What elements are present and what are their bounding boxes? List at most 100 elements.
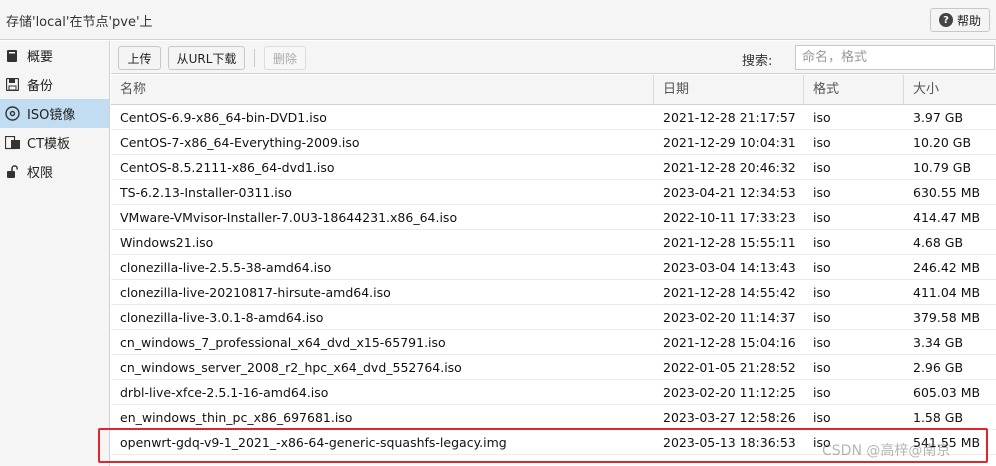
sidebar-item-iso-images[interactable]: ISO镜像 [0, 99, 109, 128]
sidebar-item-summary[interactable]: 概要 [0, 41, 109, 70]
cell-size: 10.79 GB [913, 160, 972, 175]
cell-date: 2023-03-27 12:58:26 [663, 410, 796, 425]
cell-format: iso [813, 335, 831, 350]
column-header-size[interactable]: 大小 [904, 75, 996, 105]
title-bar: 存储'local'在节点'pve'上 ? 帮助 [0, 0, 996, 40]
column-header-name[interactable]: 名称 [111, 75, 654, 105]
cell-size: 2.96 GB [913, 360, 964, 375]
cell-name: cn_windows_server_2008_r2_hpc_x64_dvd_55… [120, 360, 462, 375]
cell-date: 2021-12-28 21:17:57 [663, 110, 796, 125]
cell-name: TS-6.2.13-Installer-0311.iso [120, 185, 292, 200]
book-icon [4, 47, 21, 64]
table-body: CentOS-6.9-x86_64-bin-DVD1.iso 2021-12-28… [111, 105, 996, 455]
cell-date: 2021-12-28 14:55:42 [663, 285, 796, 300]
unlock-icon [4, 163, 21, 180]
cell-name: CentOS-6.9-x86_64-bin-DVD1.iso [120, 110, 327, 125]
cell-format: iso [813, 110, 831, 125]
table-row[interactable]: clonezilla-live-3.0.1-8-amd64.iso 2023-02… [111, 305, 996, 330]
sidebar-item-label: 备份 [27, 79, 54, 94]
table-header: 名称 日期 格式 大小 [111, 75, 996, 105]
search-input[interactable] [795, 45, 995, 70]
cell-date: 2021-12-28 20:46:32 [663, 160, 796, 175]
cell-format: iso [813, 210, 831, 225]
search-label: 搜索: [742, 54, 773, 69]
column-header-format[interactable]: 格式 [804, 75, 904, 105]
sidebar-item-label: 权限 [27, 166, 54, 181]
cell-date: 2023-02-20 11:12:25 [663, 385, 796, 400]
cell-date: 2023-03-04 14:13:43 [663, 260, 796, 275]
sidebar-item-backup[interactable]: 备份 [0, 70, 109, 99]
cell-date: 2023-04-21 12:34:53 [663, 185, 796, 200]
toolbar-separator [254, 49, 255, 67]
table-row[interactable]: cn_windows_7_professional_x64_dvd_x15-65… [111, 330, 996, 355]
cell-size: 414.47 MB [913, 210, 981, 225]
cell-date: 2022-10-11 17:33:23 [663, 210, 796, 225]
upload-button[interactable]: 上传 [118, 46, 161, 70]
cell-date: 2021-12-28 15:55:11 [663, 235, 796, 250]
sidebar-item-ct-templates[interactable]: CT模板 [0, 128, 109, 157]
table-row[interactable]: CentOS-6.9-x86_64-bin-DVD1.iso 2021-12-28… [111, 105, 996, 130]
toolbar: 上传 从URL下载 删除 搜索: [111, 41, 996, 74]
iso-table: 名称 日期 格式 大小 CentOS-6.9-x86_64-bin-DVD1.i… [111, 75, 996, 455]
cell-name: CentOS-7-x86_64-Everything-2009.iso [120, 135, 360, 150]
cell-size: 630.55 MB [913, 185, 981, 200]
cell-size: 379.58 MB [913, 310, 981, 325]
cell-name: VMware-VMvisor-Installer-7.0U3-18644231.… [120, 210, 458, 225]
column-header-date[interactable]: 日期 [654, 75, 804, 105]
sidebar-item-label: CT模板 [27, 137, 71, 152]
disc-icon [4, 105, 21, 122]
table-row[interactable]: VMware-VMvisor-Installer-7.0U3-18644231.… [111, 205, 996, 230]
cell-name: clonezilla-live-2.5.5-38-amd64.iso [120, 260, 332, 275]
watermark: CSDN @高梓@南京 [822, 443, 951, 459]
cell-format: iso [813, 160, 831, 175]
sidebar: 概要 备份 ISO镜像 CT模板 权限 [0, 41, 110, 466]
table-row[interactable]: drbl-live-xfce-2.5.1-16-amd64.iso 2023-02… [111, 380, 996, 405]
cell-format: iso [813, 410, 831, 425]
cell-name: en_windows_thin_pc_x86_697681.iso [120, 410, 353, 425]
cell-size: 246.42 MB [913, 260, 981, 275]
table-row[interactable]: CentOS-7-x86_64-Everything-2009.iso 2021-… [111, 130, 996, 155]
table-row[interactable]: CentOS-8.5.2111-x86_64-dvd1.iso 2021-12-2… [111, 155, 996, 180]
table-row[interactable]: clonezilla-live-20210817-hirsute-amd64.i… [111, 280, 996, 305]
cell-size: 3.34 GB [913, 335, 964, 350]
cell-size: 605.03 MB [913, 385, 981, 400]
container-icon [4, 134, 21, 151]
floppy-icon [4, 76, 21, 93]
cell-date: 2021-12-29 10:04:31 [663, 135, 796, 150]
sidebar-item-permissions[interactable]: 权限 [0, 157, 109, 186]
cell-format: iso [813, 235, 831, 250]
cell-date: 2021-12-28 15:04:16 [663, 335, 796, 350]
cell-name: clonezilla-live-20210817-hirsute-amd64.i… [120, 285, 391, 300]
help-label: 帮助 [956, 13, 981, 28]
cell-date: 2023-02-20 11:14:37 [663, 310, 796, 325]
cell-size: 411.04 MB [913, 285, 981, 300]
cell-date: 2022-01-05 21:28:52 [663, 360, 796, 375]
cell-format: iso [813, 260, 831, 275]
table-row[interactable]: cn_windows_server_2008_r2_hpc_x64_dvd_55… [111, 355, 996, 380]
cell-name: clonezilla-live-3.0.1-8-amd64.iso [120, 310, 324, 325]
cell-size: 3.97 GB [913, 110, 964, 125]
delete-button[interactable]: 删除 [264, 46, 306, 70]
cell-name: drbl-live-xfce-2.5.1-16-amd64.iso [120, 385, 329, 400]
cell-size: 4.68 GB [913, 235, 964, 250]
help-icon: ? [938, 13, 953, 27]
table-row[interactable]: TS-6.2.13-Installer-0311.iso 2023-04-21 1… [111, 180, 996, 205]
cell-format: iso [813, 285, 831, 300]
cell-format: iso [813, 310, 831, 325]
cell-name: CentOS-8.5.2111-x86_64-dvd1.iso [120, 160, 335, 175]
table-row[interactable]: en_windows_thin_pc_x86_697681.iso 2023-03… [111, 405, 996, 430]
cell-name: Windows21.iso [120, 235, 214, 250]
sidebar-item-label: ISO镜像 [27, 108, 76, 123]
download-from-url-button[interactable]: 从URL下载 [168, 46, 245, 70]
cell-size: 1.58 GB [913, 410, 964, 425]
cell-format: iso [813, 360, 831, 375]
cell-format: iso [813, 385, 831, 400]
page-title: 存储'local'在节点'pve'上 [6, 15, 153, 30]
cell-format: iso [813, 185, 831, 200]
cell-size: 10.20 GB [913, 135, 972, 150]
sidebar-item-label: 概要 [27, 50, 54, 65]
cell-name: cn_windows_7_professional_x64_dvd_x15-65… [120, 335, 446, 350]
help-button[interactable]: ? 帮助 [930, 8, 990, 32]
table-row[interactable]: Windows21.iso 2021-12-28 15:55:11 iso 4.68 … [111, 230, 996, 255]
table-row[interactable]: clonezilla-live-2.5.5-38-amd64.iso 2023-0… [111, 255, 996, 280]
